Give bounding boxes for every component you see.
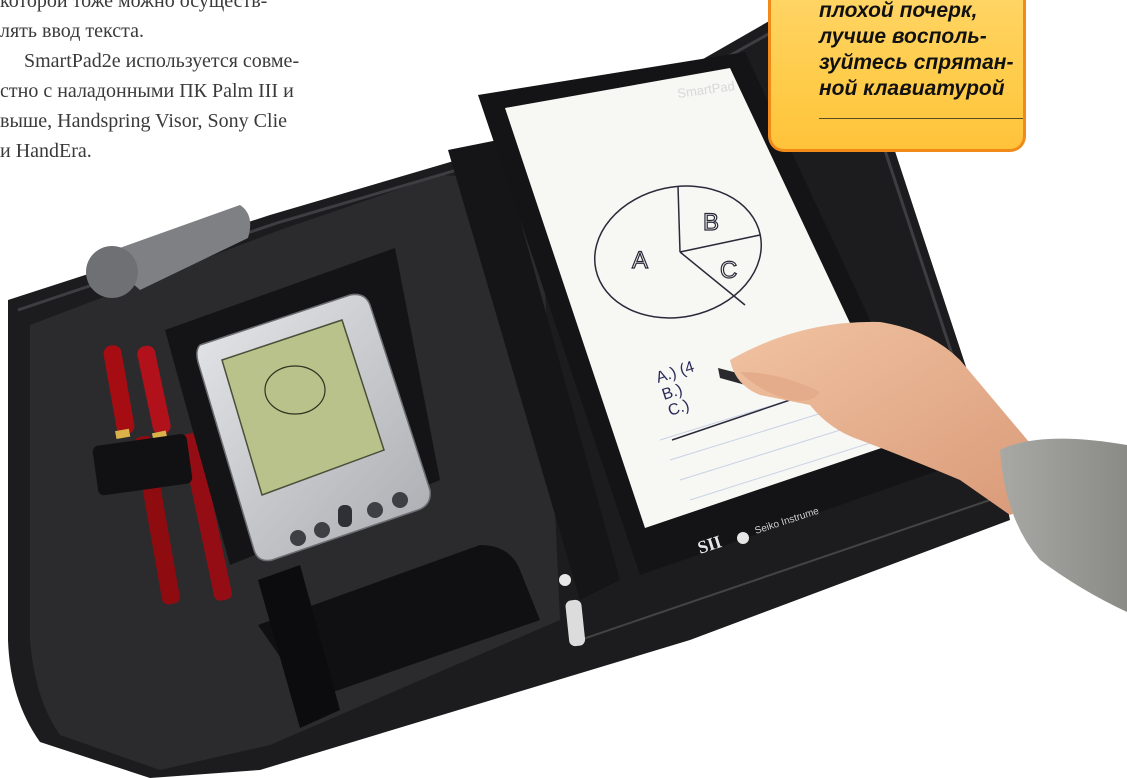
pda-scroll-button <box>338 505 352 527</box>
callout-box: плохой почерк, лучше восполь- зуйтесь сп… <box>768 0 1026 152</box>
callout-rule <box>819 118 1023 119</box>
sii-logo-dot <box>737 532 749 544</box>
zipper-pull-top <box>559 574 571 586</box>
callout-line: зуйтесь спрятан- <box>819 51 1014 74</box>
sketch-label: A <box>632 247 648 274</box>
sleeve <box>1000 438 1127 612</box>
callout-line: ной клавиатурой <box>819 77 1005 100</box>
sketch-label: B <box>703 209 719 236</box>
pda-button <box>314 522 330 538</box>
callout-text: плохой почерк, лучше восполь- зуйтесь сп… <box>819 0 1013 102</box>
callout-line: плохой почерк, <box>819 0 978 22</box>
pda-button <box>290 530 306 546</box>
callout-line: лучше восполь- <box>819 25 987 48</box>
pda-button <box>392 492 408 508</box>
sketch-label: C <box>720 257 737 284</box>
pen-holder-knob <box>86 246 138 298</box>
pda-button <box>367 502 383 518</box>
